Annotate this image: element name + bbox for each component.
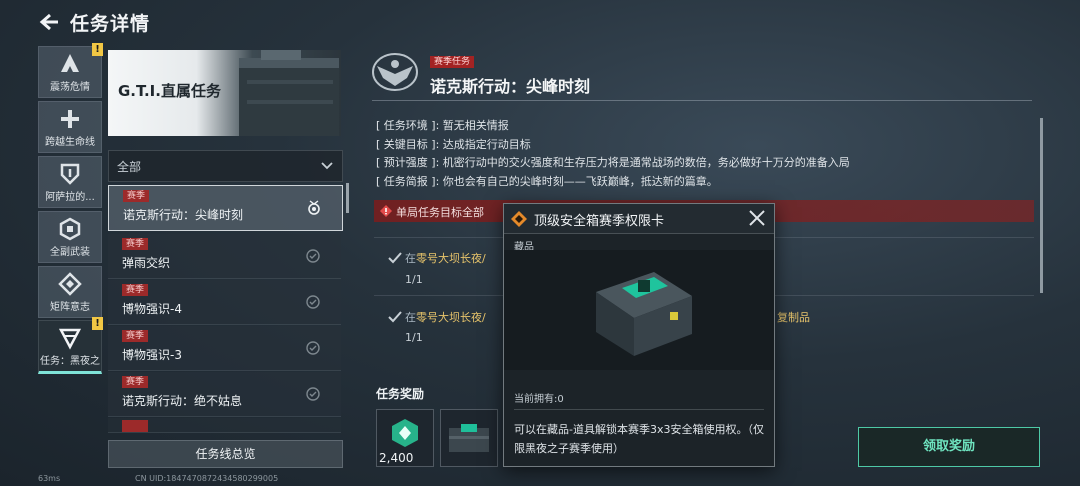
season-tag: 赛季: [123, 190, 150, 202]
a-shield-icon: [61, 54, 79, 72]
ping-indicator: 63ms: [38, 474, 61, 483]
item-description: 可以在藏品-道具解锁本赛季3x3安全箱使用权。（仅限黑夜之子赛季使用）: [514, 423, 764, 455]
reward-count: 2,400: [379, 451, 414, 465]
item-detail-popup: 顶级安全箱赛季权限卡 藏品 当前拥有:0 可以在藏品-道具解锁本赛季3x3安全箱…: [503, 203, 775, 467]
nav-item-kuayue[interactable]: 跨越生命线: [38, 101, 102, 153]
info-briefing: [ 任务简报 ]: 你也会有自己的尖峰时刻——飞跃巅峰，抵达新的篇章。: [376, 175, 718, 188]
season-tag: [122, 420, 148, 432]
nav-item-quanfu[interactable]: 全副武装: [38, 211, 102, 263]
page-title: 任务详情: [70, 13, 151, 35]
chevron-shield-icon: [58, 328, 82, 350]
nav-label: 跨越生命线: [45, 137, 95, 148]
nav-label: 震荡危情: [50, 82, 90, 93]
completed-check-icon: [306, 387, 320, 401]
chevron-down-icon: [321, 162, 333, 170]
warning-badge: !: [92, 317, 103, 330]
mission-name: 博物强识-3: [122, 348, 182, 362]
mission-name: 诺克斯行动：尖峰时刻: [123, 208, 244, 222]
gti-eagle-emblem-icon: [372, 53, 418, 91]
check-icon: [388, 311, 402, 323]
close-icon[interactable]: [748, 209, 766, 227]
nav-item-asala[interactable]: 阿萨拉的...: [38, 156, 102, 208]
mission-item[interactable]: 赛季 弹雨交织: [108, 234, 341, 279]
popup-header: 顶级安全箱赛季权限卡: [504, 204, 774, 234]
objective-progress: 1/1: [405, 331, 423, 344]
season-mission-tag: 赛季任务: [430, 56, 475, 68]
list-scrollbar[interactable]: [346, 183, 349, 213]
green-token-icon: [392, 419, 418, 447]
mission-name: 博物强识-4: [122, 302, 182, 316]
plus-icon: [61, 110, 79, 128]
season-tag: 赛季: [122, 238, 149, 250]
divider: [372, 100, 1032, 101]
shield-icon: [60, 163, 80, 185]
objective-progress: 1/1: [405, 273, 423, 286]
nav-label: 阿萨拉的...: [45, 192, 95, 203]
filter-label: 全部: [117, 160, 142, 174]
reward-section-title: 任务奖励: [376, 387, 425, 401]
secure-case-icon: [449, 424, 489, 452]
alert-text: 单局任务目标全部: [396, 206, 484, 219]
user-uid: CN UID:1847470872434580299005: [135, 474, 279, 483]
mission-item[interactable]: 赛季 诺克斯行动：尖峰时刻: [108, 185, 343, 231]
mission-filter-dropdown[interactable]: 全部: [108, 150, 343, 182]
mission-item-partial[interactable]: [108, 418, 341, 433]
mission-item[interactable]: 赛季 博物强识-3: [108, 326, 341, 371]
completed-check-icon: [306, 295, 320, 309]
banner-title: G.T.I.直属任务: [118, 82, 221, 100]
season-tag: 赛季: [122, 284, 149, 296]
nav-label: 矩阵意志: [50, 302, 90, 313]
completed-check-icon: [306, 249, 320, 263]
season-tag: 赛季: [122, 376, 149, 388]
diamond-icon: [58, 272, 82, 296]
orange-rarity-icon: [511, 211, 527, 227]
check-icon: [388, 252, 402, 264]
mission-line-overview-button[interactable]: 任务线总览: [108, 440, 343, 468]
mission-line-banner: G.T.I.直属任务: [108, 50, 341, 136]
nav-item-juzhen[interactable]: 矩阵意志: [38, 266, 102, 318]
reward-slot-currency[interactable]: 2,400: [376, 409, 434, 467]
warning-badge: !: [92, 43, 103, 56]
objective-text: 在零号大坝长夜/: [405, 311, 486, 324]
nav-item-zhendang[interactable]: 震荡危情 !: [38, 43, 103, 98]
nav-label: 全副武装: [50, 247, 90, 258]
supply-case-icon: [239, 50, 339, 136]
completed-check-icon: [306, 341, 320, 355]
claim-reward-button[interactable]: 领取奖励: [858, 427, 1040, 467]
back-arrow-icon[interactable]: [38, 12, 60, 32]
info-key-target: [ 关键目标 ]: 达成指定行动目标: [376, 138, 531, 151]
nav-label: 任务：黑夜之: [40, 356, 100, 367]
objective-text: 在零号大坝长夜/: [405, 252, 486, 265]
mission-item[interactable]: 赛季 博物强识-4: [108, 280, 341, 325]
season-tag: 赛季: [122, 330, 149, 342]
secure-case-artwork: [504, 250, 774, 370]
info-intensity: [ 预计强度 ]: 机密行动中的交火强度和生存压力将是通常战场的数倍，务必做好十…: [376, 156, 850, 169]
divider: [514, 409, 764, 410]
mission-title: 诺克斯行动：尖峰时刻: [430, 77, 591, 96]
replica-link[interactable]: 复制品: [777, 309, 810, 325]
hex-icon: [59, 217, 81, 241]
medal-icon: [308, 200, 320, 215]
mission-name: 弹雨交织: [122, 256, 171, 270]
detail-scrollbar[interactable]: [1040, 118, 1043, 293]
owned-count: 当前拥有:0: [514, 394, 564, 405]
nav-item-heiye[interactable]: 任务：黑夜之 !: [38, 317, 103, 374]
reward-slot-permission-card[interactable]: [440, 409, 498, 467]
mission-item[interactable]: 赛季 诺克斯行动：绝不姑息: [108, 372, 341, 417]
info-environment: [ 任务环境 ]: 暂无相关情报: [376, 119, 509, 132]
alert-diamond-icon: [380, 205, 392, 217]
popup-title: 顶级安全箱赛季权限卡: [534, 214, 665, 229]
mission-name: 诺克斯行动：绝不姑息: [122, 394, 243, 408]
